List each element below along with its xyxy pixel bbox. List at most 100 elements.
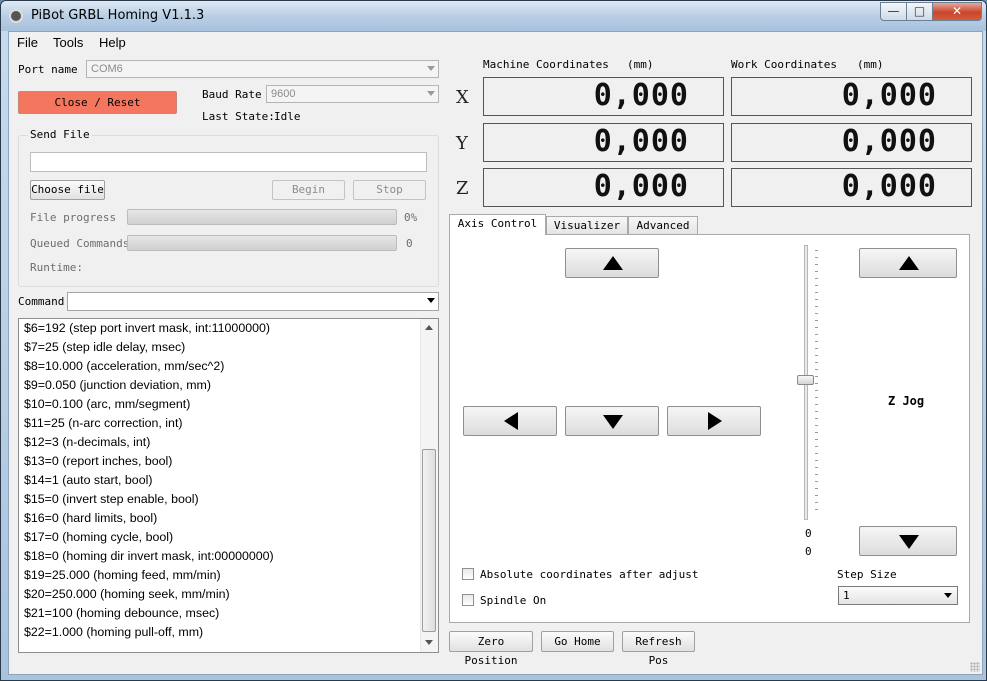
axis-control-panel: 0 0 Z Jog Absolute coordinates after adj… — [449, 234, 970, 623]
file-path-field[interactable] — [30, 152, 427, 172]
tab-axis-control[interactable]: Axis Control — [449, 214, 546, 235]
jog-z-plus-button[interactable] — [859, 248, 957, 278]
console-line: $6=192 (step port invert mask, int:11000… — [24, 321, 271, 335]
machine-y-display: 0,000 — [483, 123, 724, 162]
step-size-label: Step Size — [837, 568, 897, 581]
work-z-display: 0,000 — [731, 168, 972, 207]
port-name-label: Port name — [18, 63, 78, 76]
maximize-button[interactable]: □ — [906, 2, 933, 21]
work-y-display: 0,000 — [731, 123, 972, 162]
console-line: $20=250.000 (homing seek, mm/min) — [24, 587, 230, 601]
console-line: $17=0 (homing cycle, bool) — [24, 530, 174, 544]
queued-commands-label: Queued Commands — [30, 237, 130, 250]
arrow-up-icon — [899, 256, 919, 270]
close-reset-button[interactable]: Close / Reset — [18, 91, 177, 114]
arrow-down-icon — [899, 535, 919, 549]
machine-unit-label: (mm) — [627, 58, 654, 71]
spindle-on-label: Spindle On — [480, 594, 547, 607]
console-line: $13=0 (report inches, bool) — [24, 454, 173, 468]
baud-rate-value: 9600 — [271, 88, 296, 100]
jog-y-plus-button[interactable] — [565, 248, 659, 278]
port-name-value: COM6 — [91, 63, 123, 75]
resize-grip-icon[interactable] — [970, 662, 980, 672]
menu-file[interactable]: File — [17, 35, 38, 50]
send-file-group-label: Send File — [28, 128, 92, 141]
console-line: $18=0 (homing dir invert mask, int:00000… — [24, 549, 274, 563]
last-state-value: Idle — [274, 110, 301, 123]
axis-x-label: X — [456, 87, 469, 108]
arrow-left-icon — [504, 412, 518, 430]
jog-z-minus-button[interactable] — [859, 526, 957, 556]
file-progress-label: File progress — [30, 211, 117, 224]
step-size-select[interactable]: 1 — [838, 586, 958, 605]
absolute-coordinates-checkbox[interactable] — [462, 568, 474, 580]
queued-commands-bar — [127, 235, 397, 251]
jog-x-plus-button[interactable] — [667, 406, 761, 436]
runtime-label: Runtime: — [30, 261, 83, 274]
title-bar[interactable]: PiBot GRBL Homing V1.1.3 — □ ✕ — [1, 1, 986, 31]
last-state-label: Last State: — [202, 110, 275, 123]
scroll-up-icon[interactable] — [425, 325, 433, 330]
arrow-up-icon — [603, 256, 623, 270]
console-line: $15=0 (invert step enable, bool) — [24, 492, 199, 506]
step-size-value: 1 — [843, 589, 850, 602]
go-home-button[interactable]: Go Home — [541, 631, 614, 652]
machine-z-value: 0,000 — [593, 169, 689, 204]
window-title: PiBot GRBL Homing V1.1.3 — [31, 8, 205, 23]
port-name-select[interactable]: COM6 — [86, 60, 439, 78]
work-x-value: 0,000 — [841, 78, 937, 113]
console-line: $21=100 (homing debounce, msec) — [24, 606, 220, 620]
console-scrollbar[interactable] — [420, 319, 438, 652]
work-y-value: 0,000 — [841, 124, 937, 159]
menu-help[interactable]: Help — [99, 35, 126, 50]
chevron-down-icon — [427, 66, 435, 71]
client-area: File Tools Help Port name COM6 Close / R… — [8, 31, 983, 675]
file-progress-bar — [127, 209, 397, 225]
tab-visualizer[interactable]: Visualizer — [546, 216, 628, 234]
step-slider-thumb[interactable] — [797, 375, 814, 385]
minimize-button[interactable]: — — [880, 2, 907, 21]
zero-position-button[interactable]: Zero Position — [449, 631, 533, 667]
begin-button[interactable]: Begin — [272, 180, 345, 200]
menu-bar: File Tools Help — [9, 32, 982, 53]
work-x-display: 0,000 — [731, 77, 972, 116]
app-window: PiBot GRBL Homing V1.1.3 — □ ✕ File Tool… — [0, 0, 987, 681]
choose-file-button[interactable]: Choose file — [30, 180, 105, 200]
console-line: $10=0.100 (arc, mm/segment) — [24, 397, 191, 411]
console-line: $8=10.000 (acceleration, mm/sec^2) — [24, 359, 225, 373]
tab-advanced[interactable]: Advanced — [628, 216, 698, 234]
machine-z-display: 0,000 — [483, 168, 724, 207]
app-icon — [9, 9, 23, 23]
chevron-down-icon — [944, 593, 952, 598]
console-line: $7=25 (step idle delay, msec) — [24, 340, 186, 354]
command-input[interactable] — [67, 292, 439, 311]
console-output[interactable]: $6=192 (step port invert mask, int:11000… — [18, 318, 439, 653]
spindle-on-checkbox[interactable] — [462, 594, 474, 606]
baud-rate-select[interactable]: 9600 — [266, 85, 439, 103]
stop-button[interactable]: Stop — [353, 180, 426, 200]
console-line: $14=1 (auto start, bool) — [24, 473, 153, 487]
menu-tools[interactable]: Tools — [53, 35, 83, 50]
chevron-down-icon — [427, 91, 435, 96]
console-line: $12=3 (n-decimals, int) — [24, 435, 151, 449]
jog-y-minus-button[interactable] — [565, 406, 659, 436]
machine-x-value: 0,000 — [593, 78, 689, 113]
refresh-pos-button[interactable]: Refresh Pos — [622, 631, 695, 667]
work-z-value: 0,000 — [841, 169, 937, 204]
axis-y-label: Y — [456, 133, 468, 154]
console-line: $22=1.000 (homing pull-off, mm) — [24, 625, 204, 639]
slider-value-label: 0 — [805, 545, 812, 558]
console-line: $11=25 (n-arc correction, int) — [24, 416, 183, 430]
close-window-button[interactable]: ✕ — [932, 2, 982, 21]
jog-x-minus-button[interactable] — [463, 406, 557, 436]
scroll-down-icon[interactable] — [425, 640, 433, 645]
console-line: $16=0 (hard limits, bool) — [24, 511, 158, 525]
queued-commands-value: 0 — [406, 237, 413, 250]
machine-y-value: 0,000 — [593, 124, 689, 159]
slider-min-label: 0 — [805, 527, 812, 540]
console-line: $19=25.000 (homing feed, mm/min) — [24, 568, 221, 582]
work-unit-label: (mm) — [857, 58, 884, 71]
scrollbar-thumb[interactable] — [422, 449, 436, 632]
chevron-down-icon — [427, 298, 435, 303]
console-line: $9=0.050 (junction deviation, mm) — [24, 378, 211, 392]
